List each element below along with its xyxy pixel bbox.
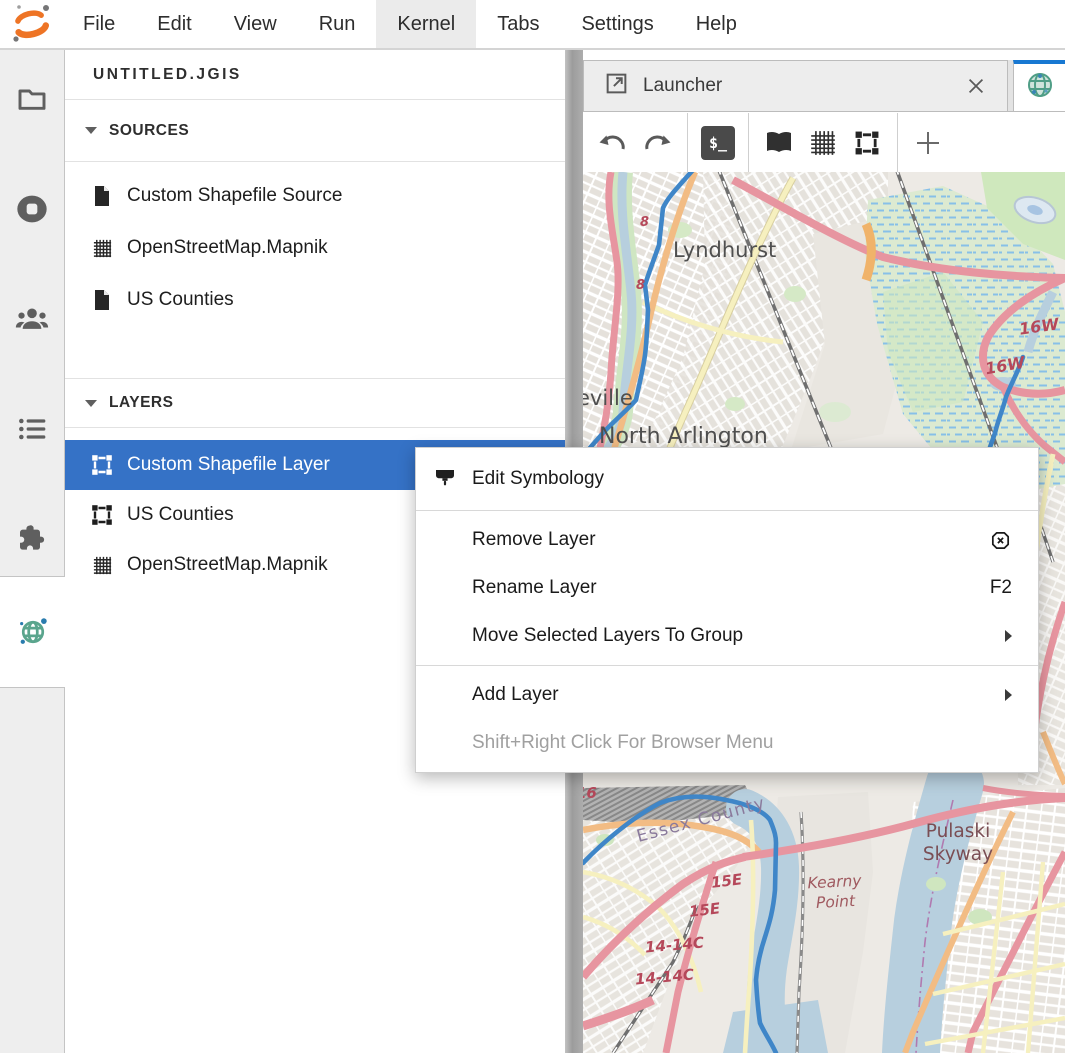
list-icon[interactable] [15,412,49,446]
menu-item-edit-symbology[interactable]: Edit Symbology [416,453,1038,505]
raster-grid-icon [89,555,115,576]
menu-divider [416,510,1038,511]
map-label: 16 [583,784,597,802]
menu-file[interactable]: File [62,0,136,48]
folder-icon[interactable] [15,82,49,116]
menu-settings[interactable]: Settings [560,0,674,48]
menu-tabs[interactable]: Tabs [476,0,560,48]
file-icon [89,289,115,311]
layers-section-header[interactable]: LAYERS [65,378,565,428]
menu-item-browser-menu-hint: Shift+Right Click For Browser Menu [416,719,1038,767]
menu-kernel[interactable]: Kernel [376,0,476,48]
menu-view[interactable]: View [213,0,298,48]
submenu-arrow-icon [1005,630,1012,642]
close-icon[interactable] [965,75,987,97]
console-button[interactable]: $_ [696,121,740,165]
map-label: eville [583,386,633,410]
menu-item-label: Add Layer [472,684,559,706]
launcher-icon [604,71,629,102]
left-activity-bar [0,50,65,1053]
source-item-label: Custom Shapefile Source [127,185,342,207]
menu-divider [416,665,1038,666]
collapse-caret-icon [85,127,97,134]
menu-item-label: Move Selected Layers To Group [472,625,743,647]
source-item[interactable]: US Counties [65,274,565,326]
layer-item-label: Custom Shapefile Layer [127,454,330,476]
menu-item-move-layers-to-group[interactable]: Move Selected Layers To Group [416,612,1038,660]
map-label: Lyndhurst [673,238,776,262]
tab-launcher-label: Launcher [643,75,722,97]
brush-icon [433,467,457,491]
submenu-arrow-icon [1005,689,1012,701]
tab-launcher[interactable]: Launcher [583,60,1008,111]
map-label: North Arlington [599,424,768,449]
map-label: 15E [688,899,721,921]
raster-grid-button[interactable] [801,121,845,165]
tab-jgis-document[interactable] [1013,60,1065,111]
jupyter-logo [0,0,62,48]
map-label: 8 [636,278,645,293]
panel-title: UNTITLED.JGIS [65,50,565,100]
source-item-label: US Counties [127,289,234,311]
menu-item-add-layer[interactable]: Add Layer [416,671,1038,719]
vector-polygon-icon [89,453,115,477]
sources-list: Custom Shapefile Source OpenStreetMap.Ma… [65,162,565,326]
vector-polygon-button[interactable] [845,121,889,165]
layer-item-label: US Counties [127,504,234,526]
menu-item-label: Edit Symbology [472,468,604,490]
menu-help[interactable]: Help [675,0,758,48]
menu-item-remove-layer[interactable]: Remove Layer [416,516,1038,564]
collapse-caret-icon [85,400,97,407]
sources-section-header[interactable]: SOURCES [65,100,565,162]
vector-polygon-icon [89,503,115,527]
map-label: Kearny Point [794,870,876,914]
menu-run[interactable]: Run [298,0,377,48]
jgis-globe-icon [1025,70,1055,105]
terminal-icon: $_ [701,126,735,160]
puzzle-icon[interactable] [15,522,49,556]
identify-book-button[interactable] [757,121,801,165]
users-icon[interactable] [15,302,49,336]
source-item[interactable]: Custom Shapefile Source [65,170,565,222]
source-item-label: OpenStreetMap.Mapnik [127,237,328,259]
menu-item-label: Remove Layer [472,529,596,551]
sources-header-label: SOURCES [109,122,189,140]
menu-item-label: Shift+Right Click For Browser Menu [472,732,773,754]
menu-item-label: Rename Layer [472,577,597,599]
layers-header-label: LAYERS [109,394,173,412]
map-label: 8 [640,215,649,230]
raster-grid-icon [89,238,115,259]
menu-edit[interactable]: Edit [136,0,212,48]
delete-box-icon [989,529,1012,552]
menu-bar: File Edit View Run Kernel Tabs Settings … [0,0,1065,50]
redo-button[interactable] [635,121,679,165]
undo-button[interactable] [591,121,635,165]
source-item[interactable]: OpenStreetMap.Mapnik [65,222,565,274]
sidebar-lower-panel [0,687,65,1053]
menu-item-accel: F2 [990,577,1012,599]
jgis-toolbar: $_ [583,113,1065,172]
layer-item-label: OpenStreetMap.Mapnik [127,554,328,576]
layer-context-menu: Edit Symbology Remove Layer Rename Layer… [415,447,1039,773]
stop-circle-icon[interactable] [15,192,49,226]
add-button[interactable] [906,121,950,165]
jupyterlab-window: File Edit View Run Kernel Tabs Settings … [0,0,1065,1053]
menu-item-rename-layer[interactable]: Rename Layer F2 [416,564,1038,612]
map-label: Pulaski Skyway [913,820,1003,866]
jgis-globe-icon[interactable] [16,615,50,649]
map-label: 15E [710,870,743,892]
dock-tab-bar: Launcher [583,60,1065,112]
file-icon [89,185,115,207]
